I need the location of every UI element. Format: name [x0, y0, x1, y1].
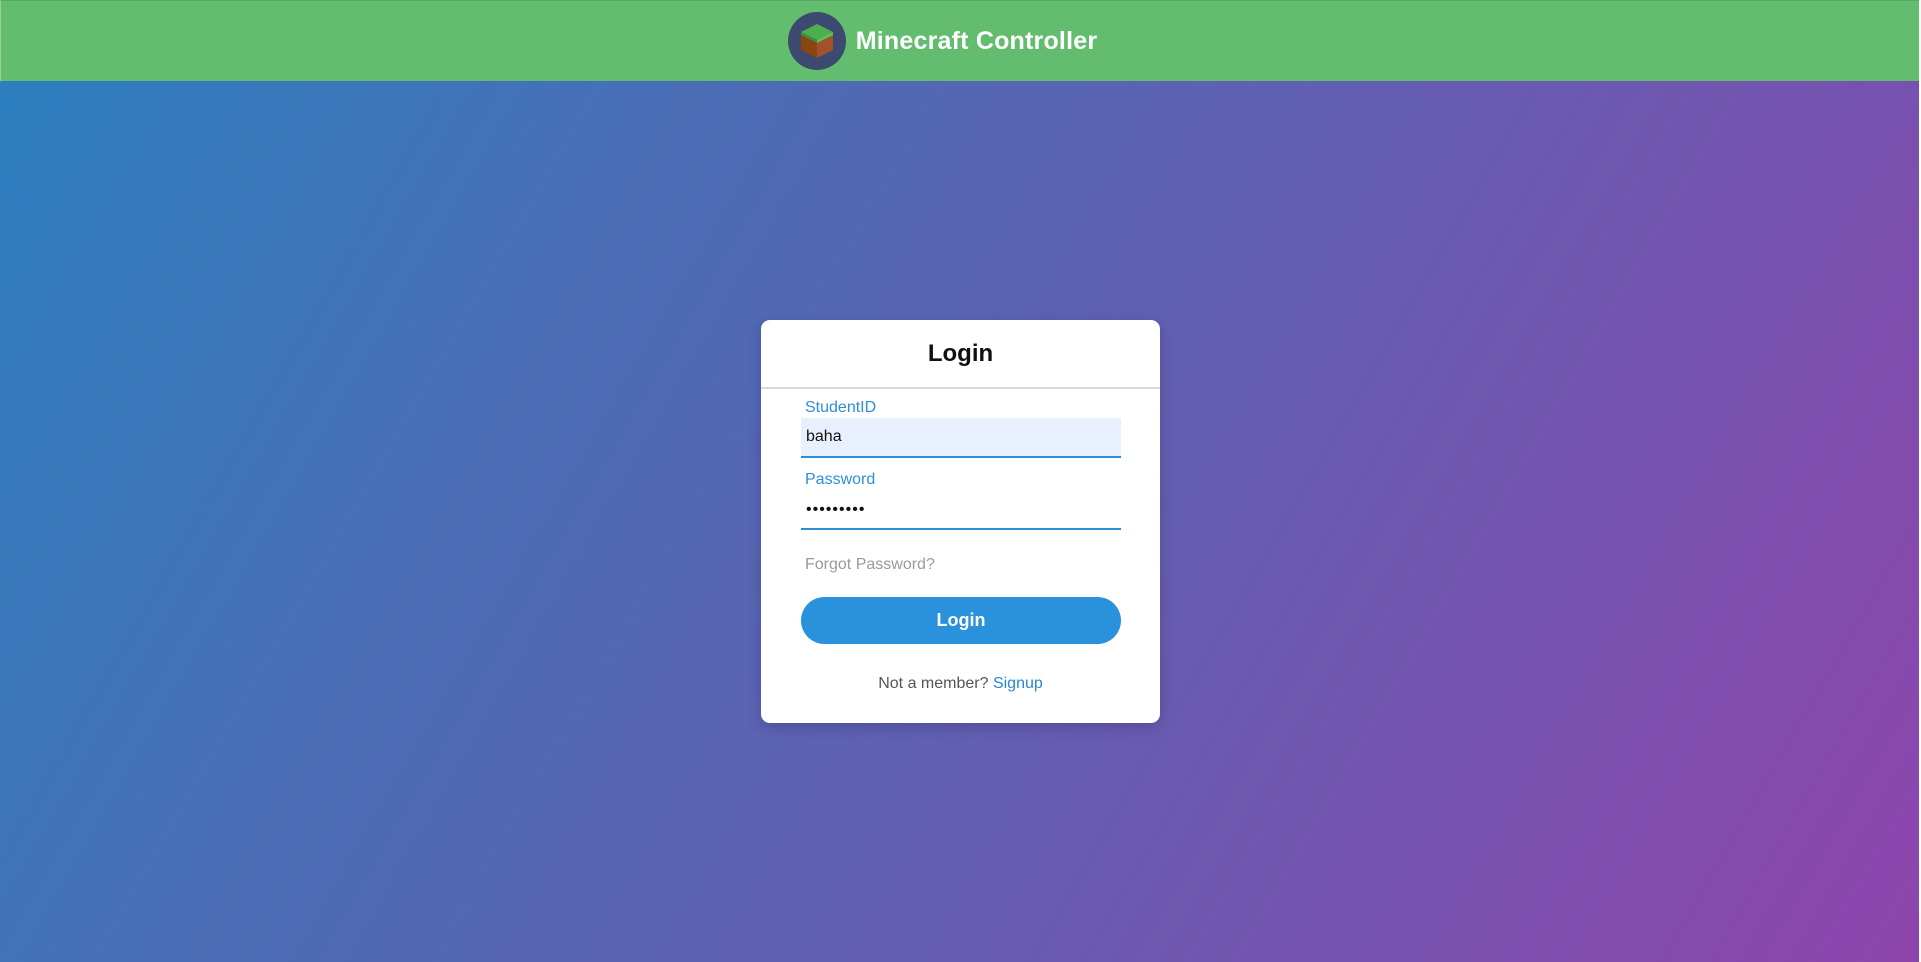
signup-row: Not a member? Signup [761, 675, 1160, 693]
login-button[interactable]: Login [801, 597, 1121, 644]
brand[interactable]: Minecraft Controller [787, 12, 1098, 70]
top-header: Minecraft Controller [0, 0, 1920, 81]
login-card: Login StudentID Password ••••••••• Forgo… [761, 320, 1160, 723]
grass-block-icon [787, 12, 846, 70]
password-input[interactable]: ••••••••• [801, 490, 1121, 530]
login-title: Login [761, 320, 1160, 389]
student-id-label: StudentID [805, 399, 877, 416]
signup-link[interactable]: Signup [993, 675, 1043, 692]
not-member-text: Not a member? [878, 675, 989, 692]
forgot-password-link[interactable]: Forgot Password? [805, 556, 935, 574]
app-title: Minecraft Controller [855, 26, 1098, 55]
student-id-input[interactable] [801, 418, 1121, 458]
password-label: Password [805, 471, 876, 488]
